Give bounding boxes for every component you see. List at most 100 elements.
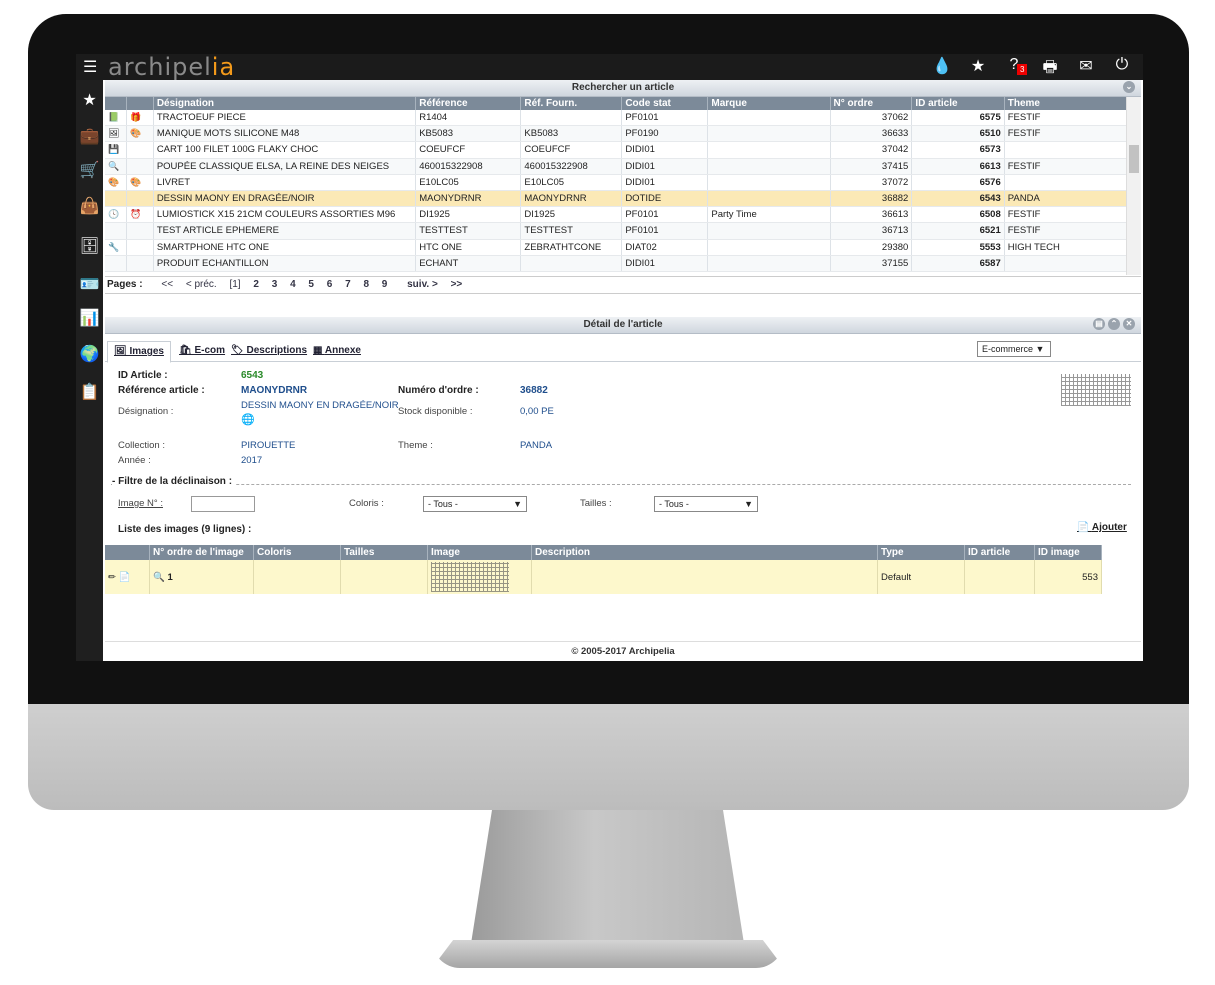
pager-first[interactable]: <<	[161, 279, 173, 290]
col-ordre[interactable]: N° ordre	[830, 97, 913, 110]
pager-prev[interactable]: < préc.	[186, 279, 217, 290]
pager-page[interactable]: 5	[308, 279, 314, 290]
table-row[interactable]: TEST ARTICLE EPHEMERE TESTTEST TESTTEST PF0…	[105, 222, 1128, 240]
cell-code-stat: DIAT02	[621, 239, 709, 256]
row-action-icon[interactable]: 🖼	[108, 128, 119, 138]
cell-designation: TRACTOEUF PIECE	[153, 110, 417, 127]
edit-icon[interactable]: ✏	[108, 572, 116, 583]
table-scrollbar[interactable]	[1126, 97, 1141, 275]
table-row[interactable]: 🖼 🎨 MANIQUE MOTS SILICONE M48 KB5083 KB5083 P…	[105, 125, 1128, 143]
menu-icon[interactable]: ☰	[83, 57, 97, 77]
row-action-icon[interactable]: 💾	[108, 144, 119, 154]
document-icon[interactable]: 📄	[119, 572, 131, 583]
clipboard-icon[interactable]: 📋	[76, 382, 103, 402]
cell-ref-fourn: E10LC05	[520, 174, 623, 191]
collection-value: PIROUETTE	[241, 440, 296, 451]
row-action-icon[interactable]: 🎨	[108, 177, 119, 187]
cell-ref-fourn: KB5083	[520, 125, 623, 143]
channel-select[interactable]: E-commerce ▼	[977, 341, 1051, 357]
scroll-thumb[interactable]	[1129, 145, 1139, 173]
cart-icon[interactable]: 🛒	[76, 160, 103, 180]
collapse-icon[interactable]: ⌃	[1108, 318, 1120, 330]
table-row[interactable]: 🕓 ⏰ LUMIOSTICK X15 21CM COULEURS ASSORTIES…	[105, 206, 1128, 224]
briefcase-icon[interactable]: 💼	[76, 126, 103, 146]
tab-descriptions[interactable]: 🏷 Descriptions	[231, 341, 307, 361]
table-row[interactable]: 🔧 SMARTPHONE HTC ONE HTC ONE ZEBRATHTCONE DI…	[105, 239, 1128, 256]
tab-annexe[interactable]: ▦ Annexe	[313, 341, 361, 361]
cell-ref-fourn	[520, 255, 623, 272]
row-type-icon: 🎁	[130, 112, 142, 123]
col-designation[interactable]: Désignation	[153, 97, 417, 110]
tailles-select[interactable]: - Tous - ▼	[654, 496, 758, 512]
app-logo[interactable]: archipelia	[108, 54, 235, 81]
star-icon[interactable]: ★	[76, 90, 103, 110]
col-marque[interactable]: Marque	[707, 97, 831, 110]
close-icon[interactable]: ✕	[1123, 318, 1135, 330]
tab-images[interactable]: 🖼 Images	[107, 341, 171, 363]
row-action-icon[interactable]: 🔧	[108, 242, 119, 252]
table-row[interactable]: DESSIN MAONY EN DRAGÉE/NOIR MAONYDRNR MAON…	[105, 190, 1128, 208]
pager-last[interactable]: >>	[451, 279, 463, 290]
cell-code-stat: DIDI01	[621, 141, 709, 159]
bar-chart-icon[interactable]: 📊	[76, 308, 103, 328]
pager-page[interactable]: 9	[382, 279, 388, 290]
col-ref-fourn[interactable]: Réf. Fourn.	[520, 97, 623, 110]
row-action-icon[interactable]: 🔍	[108, 161, 119, 171]
col-reference[interactable]: Référence	[415, 97, 522, 110]
row-action-icon[interactable]: 📗	[108, 112, 119, 122]
col-img-coloris[interactable]: Coloris	[253, 545, 341, 560]
pager-page[interactable]: 3	[272, 279, 278, 290]
pager-next[interactable]: suiv. >	[407, 279, 438, 290]
col-theme[interactable]: Theme	[1004, 97, 1128, 110]
pager-page[interactable]: 2	[253, 279, 259, 290]
contact-card-icon[interactable]: 🪪	[76, 274, 103, 294]
globe-icon[interactable]: 🌐	[241, 413, 255, 426]
col-icon2	[126, 97, 154, 110]
row-icon: 🕓	[105, 206, 128, 224]
star-icon[interactable]: ★	[967, 56, 989, 83]
collapse-icon[interactable]: ⌄	[1123, 81, 1135, 93]
table-row[interactable]: PRODUIT ECHANTILLON ECHANT DIDI01 37155 6587	[105, 255, 1128, 272]
col-code-stat[interactable]: Code stat	[621, 97, 709, 110]
mail-icon[interactable]: ✉	[1075, 56, 1097, 83]
image-no-input[interactable]	[191, 496, 255, 512]
col-img-description[interactable]: Description	[531, 545, 878, 560]
col-img-id-image[interactable]: ID image	[1034, 545, 1102, 560]
col-img-id-article[interactable]: ID article	[964, 545, 1035, 560]
image-thumbnail[interactable]	[431, 562, 509, 592]
database-icon[interactable]: 🗄	[76, 236, 103, 256]
drop-icon[interactable]: 💧	[931, 56, 953, 83]
col-img-tailles[interactable]: Tailles	[340, 545, 428, 560]
bag-icon[interactable]: 👜	[76, 196, 103, 216]
pager-page[interactable]: 7	[345, 279, 351, 290]
help-icon[interactable]: ? 3	[1003, 56, 1028, 83]
add-image-button[interactable]: 📄 Ajouter	[1077, 522, 1127, 533]
globe-icon[interactable]: 🌍	[76, 344, 103, 364]
row-action-icon[interactable]: 🕓	[108, 209, 119, 219]
image-row[interactable]: ✏ 📄 🔍 1 Default 553	[105, 560, 1102, 594]
pager-page[interactable]: 6	[327, 279, 333, 290]
col-img-type[interactable]: Type	[877, 545, 965, 560]
cell-reference: KB5083	[415, 125, 522, 143]
power-icon[interactable]: ⏻	[1111, 56, 1133, 83]
zoom-icon[interactable]: 🔍	[153, 572, 165, 583]
col-id-article[interactable]: ID article	[911, 97, 1005, 110]
col-img-ordre[interactable]: N° ordre de l'image	[149, 545, 254, 560]
ref-value: MAONYDRNR	[241, 385, 308, 396]
table-row[interactable]: 🎨 🎨 LIVRET E10LC05 E10LC05 DIDI01 37072 6576	[105, 174, 1128, 191]
coloris-select[interactable]: - Tous - ▼	[423, 496, 527, 512]
col-img-image[interactable]: Image	[427, 545, 532, 560]
table-row[interactable]: 🔍 POUPÉE CLASSIQUE ELSA, LA REINE DES NEI…	[105, 158, 1128, 175]
pager-page[interactable]: 8	[363, 279, 369, 290]
designation-label: Désignation :	[118, 406, 174, 417]
table-row[interactable]: 📗 🎁 TRACTOEUF PIECE R1404 PF0101 37062 6575 FES…	[105, 110, 1128, 127]
monitor-stand	[470, 810, 745, 950]
tab-ecom[interactable]: 🛍 E-com	[179, 341, 225, 361]
cell-ordre: 37062	[830, 110, 913, 127]
table-row[interactable]: 💾 CART 100 FILET 100G FLAKY CHOC COEUFCF CO…	[105, 141, 1128, 159]
detail-tabs: 🖼 Images 🛍 E-com 🏷 Descriptions ▦ Annexe…	[105, 337, 1141, 363]
printer-icon[interactable]: 🖶	[1039, 56, 1061, 83]
pager-page[interactable]: 4	[290, 279, 296, 290]
image-description-cell	[531, 560, 878, 594]
print-icon[interactable]: ▤	[1093, 318, 1105, 330]
